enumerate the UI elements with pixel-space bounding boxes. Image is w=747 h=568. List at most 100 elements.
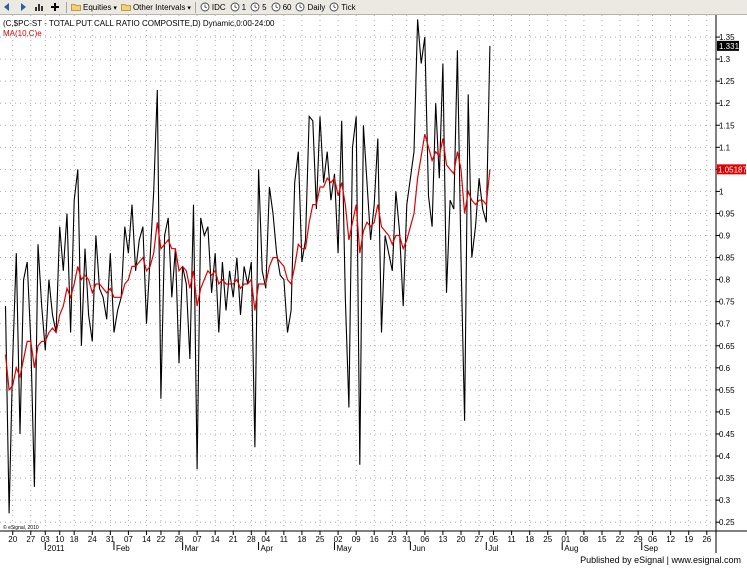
x-day-label: 16 bbox=[370, 535, 379, 544]
x-day-label: 02 bbox=[334, 535, 343, 544]
x-day-label: 28 bbox=[247, 535, 256, 544]
x-month-label: Mar bbox=[185, 544, 199, 553]
interval-5-button-label: 5 bbox=[262, 3, 267, 12]
price-chart: 0.25 0.3 0.35 0.4 0.45 0.5 0.55 0.6 0.65 0.7 0.75 0… bbox=[0, 15, 747, 553]
x-day-label: 05 bbox=[489, 535, 498, 544]
x-day-label: 14 bbox=[211, 535, 220, 544]
x-day-label: 11 bbox=[507, 535, 516, 544]
y-tick-label: 0.75 bbox=[719, 298, 735, 307]
y-tick-label: 1.35 bbox=[719, 33, 735, 42]
back-arrow-icon bbox=[4, 3, 9, 11]
x-day-label: 18 bbox=[70, 535, 79, 544]
chart-type-button[interactable] bbox=[32, 0, 48, 15]
x-day-label: 07 bbox=[193, 535, 202, 544]
y-tick-label: 0.3 bbox=[719, 496, 731, 505]
toolbar-separator bbox=[194, 2, 196, 13]
y-tick-label: 0.55 bbox=[719, 386, 735, 395]
interval-60-button[interactable]: 60 bbox=[269, 0, 294, 15]
equities-dropdown-label: Equities bbox=[83, 3, 112, 12]
y-tick-label: 1.25 bbox=[719, 77, 735, 86]
y-tick-label: 1.15 bbox=[719, 121, 735, 130]
forward-arrow-icon bbox=[21, 3, 26, 11]
y-tick-label: 1.1 bbox=[719, 143, 731, 152]
folder-icon bbox=[121, 4, 131, 11]
x-day-label: 15 bbox=[598, 535, 607, 544]
x-day-label: 01 bbox=[561, 535, 570, 544]
y-tick-label: 0.5 bbox=[719, 408, 731, 417]
x-day-label: 23 bbox=[388, 535, 397, 544]
caret-down-icon: ▾ bbox=[185, 5, 191, 12]
x-day-label: 08 bbox=[579, 535, 588, 544]
y-tick-label: 1 bbox=[719, 187, 724, 196]
x-month-label: Feb bbox=[116, 544, 130, 553]
y-tick-label: 0.65 bbox=[719, 342, 735, 351]
clock-icon bbox=[200, 2, 210, 12]
x-month-label: Sep bbox=[644, 544, 659, 553]
x-day-label: 18 bbox=[525, 535, 534, 544]
x-month-label: May bbox=[336, 544, 351, 553]
clock-icon bbox=[230, 2, 240, 12]
other-intervals-dropdown-label: Other Intervals bbox=[132, 3, 186, 12]
interval-daily-button[interactable]: Daily bbox=[293, 0, 327, 15]
y-tick-label: 1.3 bbox=[719, 55, 731, 64]
y-tick-label: 0.85 bbox=[719, 254, 735, 263]
clock-icon bbox=[250, 2, 260, 12]
nav-forward-button[interactable] bbox=[16, 0, 32, 15]
x-day-label: 22 bbox=[616, 535, 625, 544]
x-day-label: 19 bbox=[684, 535, 693, 544]
symbol-title[interactable]: (C,$PC-ST - TOTAL PUT CALL RATIO COMPOSI… bbox=[3, 19, 275, 28]
x-day-label: 20 bbox=[457, 535, 466, 544]
caret-down-icon: ▾ bbox=[111, 5, 117, 12]
y-tick-label: 0.7 bbox=[719, 320, 731, 329]
interval-1-button[interactable]: 1 bbox=[228, 0, 248, 15]
interval-daily-button-label: Daily bbox=[307, 3, 326, 12]
footer: Published by eSignal | www.esignal.com bbox=[0, 553, 747, 568]
equities-dropdown[interactable]: Equities ▾ bbox=[69, 0, 119, 15]
interval-tick-button-label: Tick bbox=[341, 3, 356, 12]
x-day-label: 12 bbox=[666, 535, 675, 544]
ma-value-label: 1.05187 bbox=[718, 165, 747, 174]
x-day-label: 25 bbox=[316, 535, 325, 544]
y-tick-label: 0.8 bbox=[719, 276, 731, 285]
x-day-label: 22 bbox=[156, 535, 165, 544]
y-tick-label: 0.4 bbox=[719, 452, 731, 461]
last-price-label: 1.331 bbox=[719, 42, 740, 51]
other-intervals-dropdown[interactable]: Other Intervals ▾ bbox=[119, 0, 193, 15]
y-tick-label: 0.25 bbox=[719, 518, 735, 527]
x-day-label: 06 bbox=[420, 535, 429, 544]
nav-back-button[interactable] bbox=[0, 0, 16, 15]
y-tick-label: 0.45 bbox=[719, 430, 735, 439]
x-day-label: 10 bbox=[55, 535, 64, 544]
y-tick-label: 1.2 bbox=[719, 99, 731, 108]
folder-icon bbox=[71, 4, 81, 11]
clock-icon bbox=[329, 2, 339, 12]
interval-tick-button[interactable]: Tick bbox=[327, 0, 357, 15]
crosshair-button[interactable] bbox=[48, 0, 64, 15]
publisher-credit[interactable]: Published by eSignal | www.esignal.com bbox=[580, 553, 741, 568]
x-day-label: 27 bbox=[475, 535, 484, 544]
y-tick-label: 0.95 bbox=[719, 209, 735, 218]
interval-5-button[interactable]: 5 bbox=[248, 0, 268, 15]
interval-1-button-label: 1 bbox=[241, 3, 247, 12]
x-day-label: 24 bbox=[88, 535, 97, 544]
x-month-label: Jul bbox=[488, 544, 498, 553]
x-month-label: Apr bbox=[261, 544, 274, 553]
x-day-label: 25 bbox=[543, 535, 552, 544]
x-day-label: 27 bbox=[26, 535, 35, 544]
watermark: © eSignal, 2010 bbox=[3, 524, 39, 531]
y-tick-label: 0.6 bbox=[719, 364, 731, 373]
x-day-label: 04 bbox=[261, 535, 270, 544]
clock-icon bbox=[271, 2, 281, 12]
x-month-label: Jun bbox=[412, 544, 425, 553]
y-tick-label: 0.35 bbox=[719, 474, 735, 483]
chart-toolbar: Equities ▾ Other Intervals ▾ IDC 1 5 60 Daily T… bbox=[0, 0, 747, 15]
x-month-label: 2011 bbox=[47, 544, 65, 553]
clock-icon bbox=[296, 2, 305, 12]
x-day-label: 11 bbox=[280, 535, 289, 544]
x-day-label: 21 bbox=[229, 535, 238, 544]
x-day-label: 07 bbox=[124, 535, 133, 544]
interval-idc-button[interactable]: IDC bbox=[198, 0, 228, 15]
indicator-title[interactable]: MA(10,C)e bbox=[3, 29, 42, 38]
plus-icon bbox=[51, 3, 59, 11]
x-month-label: Aug bbox=[564, 544, 578, 553]
